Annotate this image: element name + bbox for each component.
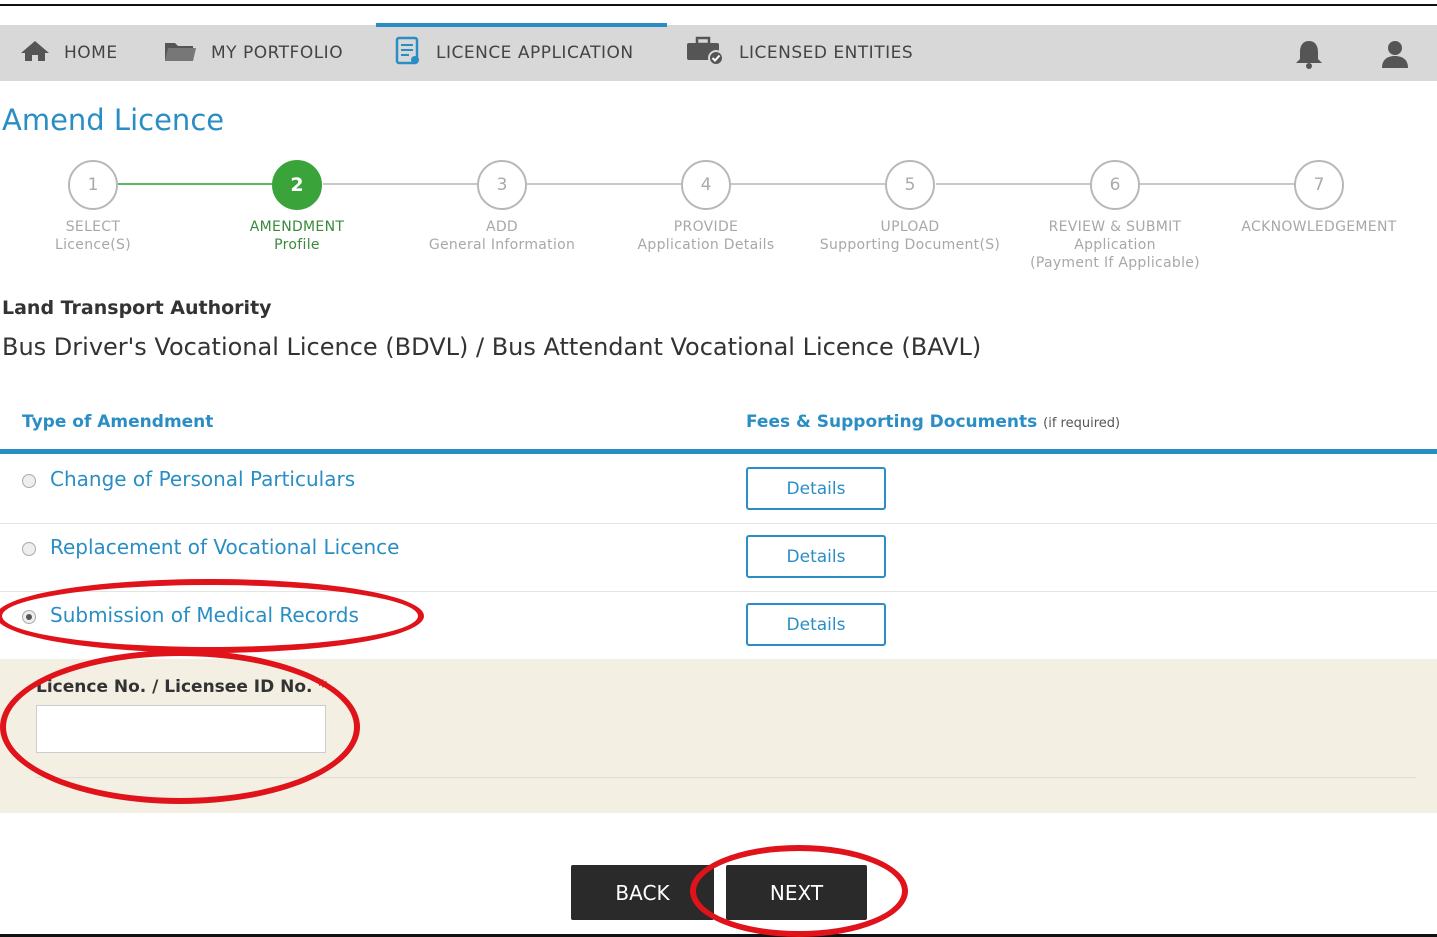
nav-licensed-entities[interactable]: LICENSED ENTITIES [685, 25, 913, 81]
step-6-title: REVIEW & SUBMIT [1048, 219, 1182, 235]
annotation-ellipse-next [690, 845, 908, 937]
document-icon [394, 36, 422, 71]
step-6-label: REVIEW & SUBMIT Application (Payment If … [1010, 218, 1220, 272]
step-1-subtitle: Licence(S) [55, 237, 131, 253]
col-type-of-amendment: Type of Amendment [22, 412, 214, 432]
radio-change-personal-particulars[interactable] [22, 474, 36, 488]
top-nav: HOME MY PORTFOLIO LICENCE APPLICATION LI… [0, 23, 1437, 81]
step-connector [1140, 183, 1294, 185]
nav-licence-application-label: LICENCE APPLICATION [436, 43, 634, 63]
progress-stepper: 1 2 3 4 5 6 7 SELECT Licence(S) AMENDMEN… [0, 160, 1437, 280]
licence-name: Bus Driver's Vocational Licence (BDVL) /… [2, 333, 982, 361]
table-row: Change of Personal Particulars Details [0, 455, 1437, 524]
step-4-label: PROVIDE Application Details [601, 218, 811, 254]
step-connector [936, 183, 1090, 185]
nav-my-portfolio[interactable]: MY PORTFOLIO [163, 25, 343, 81]
details-button[interactable]: Details [746, 467, 886, 510]
folder-icon [163, 39, 197, 68]
step-1-label: SELECT Licence(S) [0, 218, 198, 254]
top-border [0, 0, 1437, 6]
step-2-label: AMENDMENT Profile [192, 218, 402, 254]
col-fees-documents: Fees & Supporting Documents (if required… [746, 412, 1120, 432]
step-5-label: UPLOAD Supporting Document(S) [805, 218, 1015, 254]
step-2-circle: 2 [272, 160, 322, 210]
nav-home-label: HOME [64, 43, 118, 63]
amendment-label[interactable]: Replacement of Vocational Licence [50, 535, 399, 559]
nav-home[interactable]: HOME [20, 25, 118, 81]
step-connector [118, 183, 272, 185]
step-connector [731, 183, 885, 185]
step-2-subtitle: Profile [274, 237, 320, 253]
nav-licence-application[interactable]: LICENCE APPLICATION [376, 23, 667, 79]
step-6-circle: 6 [1090, 160, 1140, 210]
step-4-circle: 4 [681, 160, 731, 210]
briefcase-check-icon [685, 36, 725, 71]
bell-icon[interactable] [1293, 39, 1325, 73]
step-connector [323, 183, 477, 185]
radio-replacement-vocational-licence[interactable] [22, 542, 36, 556]
amendment-label[interactable]: Change of Personal Particulars [50, 467, 355, 491]
annotation-ellipse-licence-input [0, 650, 360, 804]
user-icon[interactable] [1380, 39, 1410, 73]
step-3-subtitle: General Information [428, 237, 576, 253]
step-6-note: (Payment If Applicable) [1030, 255, 1200, 271]
step-5-subtitle: Supporting Document(S) [819, 237, 1001, 253]
details-button[interactable]: Details [746, 603, 886, 646]
page-title: Amend Licence [2, 103, 225, 137]
step-1-circle: 1 [68, 160, 118, 210]
step-7-circle: 7 [1294, 160, 1344, 210]
table-header-rule [0, 449, 1437, 454]
col-fees-documents-label: Fees & Supporting Documents [746, 412, 1038, 432]
step-7-label: ACKNOWLEDGEMENT [1214, 218, 1424, 236]
step-7-title: ACKNOWLEDGEMENT [1241, 219, 1397, 235]
step-3-circle: 3 [477, 160, 527, 210]
step-4-subtitle: Application Details [637, 237, 775, 253]
step-1-title: SELECT [65, 219, 121, 235]
step-3-title: ADD [485, 219, 519, 235]
authority-name: Land Transport Authority [2, 297, 272, 319]
col-fees-note: (if required) [1043, 416, 1121, 431]
step-connector [527, 183, 681, 185]
step-2-title: AMENDMENT [249, 219, 345, 235]
annotation-ellipse-medical-records [0, 579, 424, 653]
nav-licensed-entities-label: LICENSED ENTITIES [739, 43, 914, 63]
nav-my-portfolio-label: MY PORTFOLIO [211, 43, 344, 63]
details-button[interactable]: Details [746, 535, 886, 578]
step-5-title: UPLOAD [880, 219, 940, 235]
step-6-subtitle: Application [1074, 237, 1156, 253]
step-5-circle: 5 [885, 160, 935, 210]
step-4-title: PROVIDE [673, 219, 739, 235]
home-icon [20, 40, 50, 67]
step-3-label: ADD General Information [397, 218, 607, 254]
